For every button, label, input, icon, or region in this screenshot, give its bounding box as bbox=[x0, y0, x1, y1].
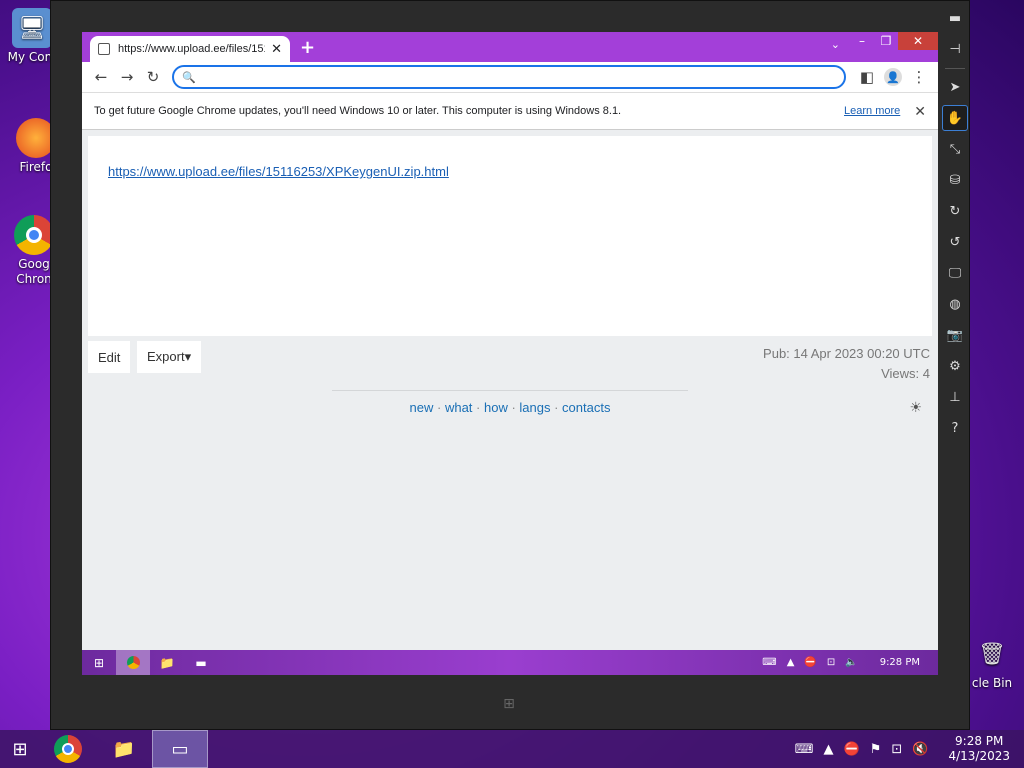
chrome-tabstrip: https://www.upload.ee/files/151 ✕ + ⌄ – … bbox=[82, 32, 938, 62]
pointer-icon[interactable]: ➤ bbox=[943, 75, 967, 99]
taskbar-monitor-icon[interactable]: ▬ bbox=[184, 650, 218, 675]
learn-more-link[interactable]: Learn more bbox=[844, 105, 900, 117]
paste-link[interactable]: https://www.upload.ee/files/15116253/XPK… bbox=[108, 164, 449, 179]
globe-icon[interactable]: ◍ bbox=[943, 292, 967, 316]
tab-close-icon[interactable]: ✕ bbox=[271, 42, 282, 57]
pin-icon[interactable]: ⊣ bbox=[943, 37, 967, 61]
new-tab-icon[interactable]: + bbox=[300, 37, 315, 58]
host-system-tray: ⌨ ▲ ⛔ ⚑ ⊡ 🔇 9:28 PM 4/13/2023 bbox=[795, 734, 1024, 764]
tab-title: https://www.upload.ee/files/151 bbox=[118, 43, 266, 55]
tray-chevron-up-icon[interactable]: ▲ bbox=[787, 657, 795, 668]
rotate-cw-icon[interactable]: ↻ bbox=[943, 199, 967, 223]
start-button-windows-icon[interactable]: ⊞ bbox=[82, 650, 116, 675]
inner-taskbar: ⊞ 📁 ▬ ⌨ ▲ ⛔ ⊡ 🔈 9:28 PM bbox=[82, 650, 938, 675]
taskbar-explorer-icon[interactable]: 📁 bbox=[150, 650, 184, 675]
vm-screen: https://www.upload.ee/files/151 ✕ + ⌄ – … bbox=[82, 32, 938, 675]
taskbar-chrome-icon[interactable] bbox=[116, 650, 150, 675]
camera-icon[interactable]: 📷 bbox=[943, 323, 967, 347]
host-flag-icon[interactable]: ⚑ bbox=[870, 742, 882, 757]
desktop-icon-recycle-bin[interactable]: 🗑 cle Bin bbox=[962, 634, 1022, 691]
host-taskbar-explorer-icon[interactable]: 📁 bbox=[96, 730, 152, 768]
footer-link-langs[interactable]: langs bbox=[519, 400, 550, 415]
inner-clock[interactable]: 9:28 PM bbox=[880, 657, 920, 668]
host-keyboard-icon[interactable]: ⌨ bbox=[795, 742, 814, 757]
export-button[interactable]: Export▾ bbox=[137, 341, 202, 373]
paste-content-box: https://www.upload.ee/files/15116253/XPK… bbox=[88, 136, 932, 336]
chrome-icon bbox=[14, 215, 54, 255]
window-controls: – ❐ ✕ bbox=[850, 32, 938, 50]
address-input[interactable] bbox=[203, 70, 836, 84]
display-icon[interactable]: 🖵 bbox=[943, 261, 967, 285]
host-network-icon[interactable]: ⊡ bbox=[891, 742, 902, 757]
update-infobar: To get future Google Chrome updates, you… bbox=[82, 92, 938, 130]
keyboard-icon[interactable]: ⌨ bbox=[762, 657, 776, 668]
close-window-icon[interactable]: ✕ bbox=[898, 32, 938, 50]
drive-icon[interactable]: ⛁ bbox=[943, 168, 967, 192]
inner-system-tray: ⌨ ▲ ⛔ ⊡ 🔈 9:28 PM bbox=[762, 657, 938, 668]
omnibox[interactable]: 🔍 bbox=[172, 65, 846, 89]
forward-icon[interactable]: → bbox=[114, 64, 140, 90]
avatar-icon: 👤 bbox=[884, 68, 902, 86]
resize-icon[interactable]: ⤡ bbox=[943, 137, 967, 161]
host-taskbar-vm-icon[interactable]: ▭ bbox=[152, 730, 208, 768]
page-content: https://www.upload.ee/files/15116253/XPK… bbox=[82, 130, 938, 650]
theme-toggle-sun-icon[interactable]: ☀ bbox=[909, 400, 922, 416]
footer-link-contacts[interactable]: contacts bbox=[562, 400, 610, 415]
help-icon[interactable]: ? bbox=[943, 416, 967, 440]
host-taskbar: ⊞ 📁 ▭ ⌨ ▲ ⛔ ⚑ ⊡ 🔇 9:28 PM 4/13/2023 bbox=[0, 730, 1024, 768]
recycle-bin-icon: 🗑 bbox=[978, 641, 1006, 667]
infobar-close-icon[interactable]: ✕ bbox=[914, 103, 926, 120]
computer-icon: 🖥 bbox=[12, 8, 52, 48]
page-icon bbox=[98, 43, 110, 55]
reload-icon[interactable]: ↻ bbox=[140, 64, 166, 90]
published-date: Pub: 14 Apr 2023 00:20 UTC bbox=[763, 346, 930, 361]
network-icon[interactable]: ⊥ bbox=[943, 385, 967, 409]
back-icon[interactable]: ← bbox=[88, 64, 114, 90]
menu-kebab-icon[interactable]: ⋮ bbox=[906, 64, 932, 90]
divider bbox=[332, 390, 688, 391]
tab-search-chevron-icon[interactable]: ⌄ bbox=[831, 38, 840, 51]
host-clock[interactable]: 9:28 PM 4/13/2023 bbox=[948, 734, 1010, 764]
side-panel-icon[interactable]: ◧ bbox=[854, 64, 880, 90]
footer-link-new[interactable]: new bbox=[410, 400, 434, 415]
host-start-windows-icon[interactable]: ⊞ bbox=[0, 730, 40, 768]
profile-button[interactable]: 👤 bbox=[880, 64, 906, 90]
browser-tab[interactable]: https://www.upload.ee/files/151 ✕ bbox=[90, 36, 290, 62]
chrome-toolbar: ← → ↻ 🔍 ◧ 👤 ⋮ bbox=[82, 62, 938, 92]
vm-side-toolbar: ▬ ⊣ ➤ ✋ ⤡ ⛁ ↻ ↺ 🖵 ◍ 📷 ⚙ ⊥ ? bbox=[941, 4, 969, 724]
vm-windows-logo-icon[interactable]: ⊞ bbox=[499, 694, 519, 714]
security-icon[interactable]: ⛔ bbox=[804, 657, 816, 668]
volume-icon[interactable]: 🔈 bbox=[845, 657, 857, 668]
rotate-ccw-icon[interactable]: ↺ bbox=[943, 230, 967, 254]
gear-icon[interactable]: ⚙ bbox=[943, 354, 967, 378]
search-icon: 🔍 bbox=[182, 70, 196, 84]
edit-button[interactable]: Edit bbox=[88, 341, 131, 373]
footer-link-what[interactable]: what bbox=[445, 400, 472, 415]
minimize-vm-icon[interactable]: ▬ bbox=[943, 6, 967, 30]
host-volume-muted-icon[interactable]: 🔇 bbox=[912, 742, 928, 757]
host-tray-chevron-icon[interactable]: ▲ bbox=[824, 742, 834, 757]
infobar-message: To get future Google Chrome updates, you… bbox=[94, 105, 622, 117]
network-tray-icon[interactable]: ⊡ bbox=[827, 657, 835, 668]
restore-icon[interactable]: ❐ bbox=[874, 32, 898, 50]
views-count: Views: 4 bbox=[881, 366, 930, 381]
hand-icon[interactable]: ✋ bbox=[942, 105, 968, 131]
footer-link-how[interactable]: how bbox=[484, 400, 508, 415]
footer-links: new · what · how · langs · contacts bbox=[409, 400, 611, 415]
host-security-icon[interactable]: ⛔ bbox=[844, 742, 860, 757]
host-taskbar-chrome-icon[interactable] bbox=[40, 730, 96, 768]
minimize-icon[interactable]: – bbox=[850, 32, 874, 50]
